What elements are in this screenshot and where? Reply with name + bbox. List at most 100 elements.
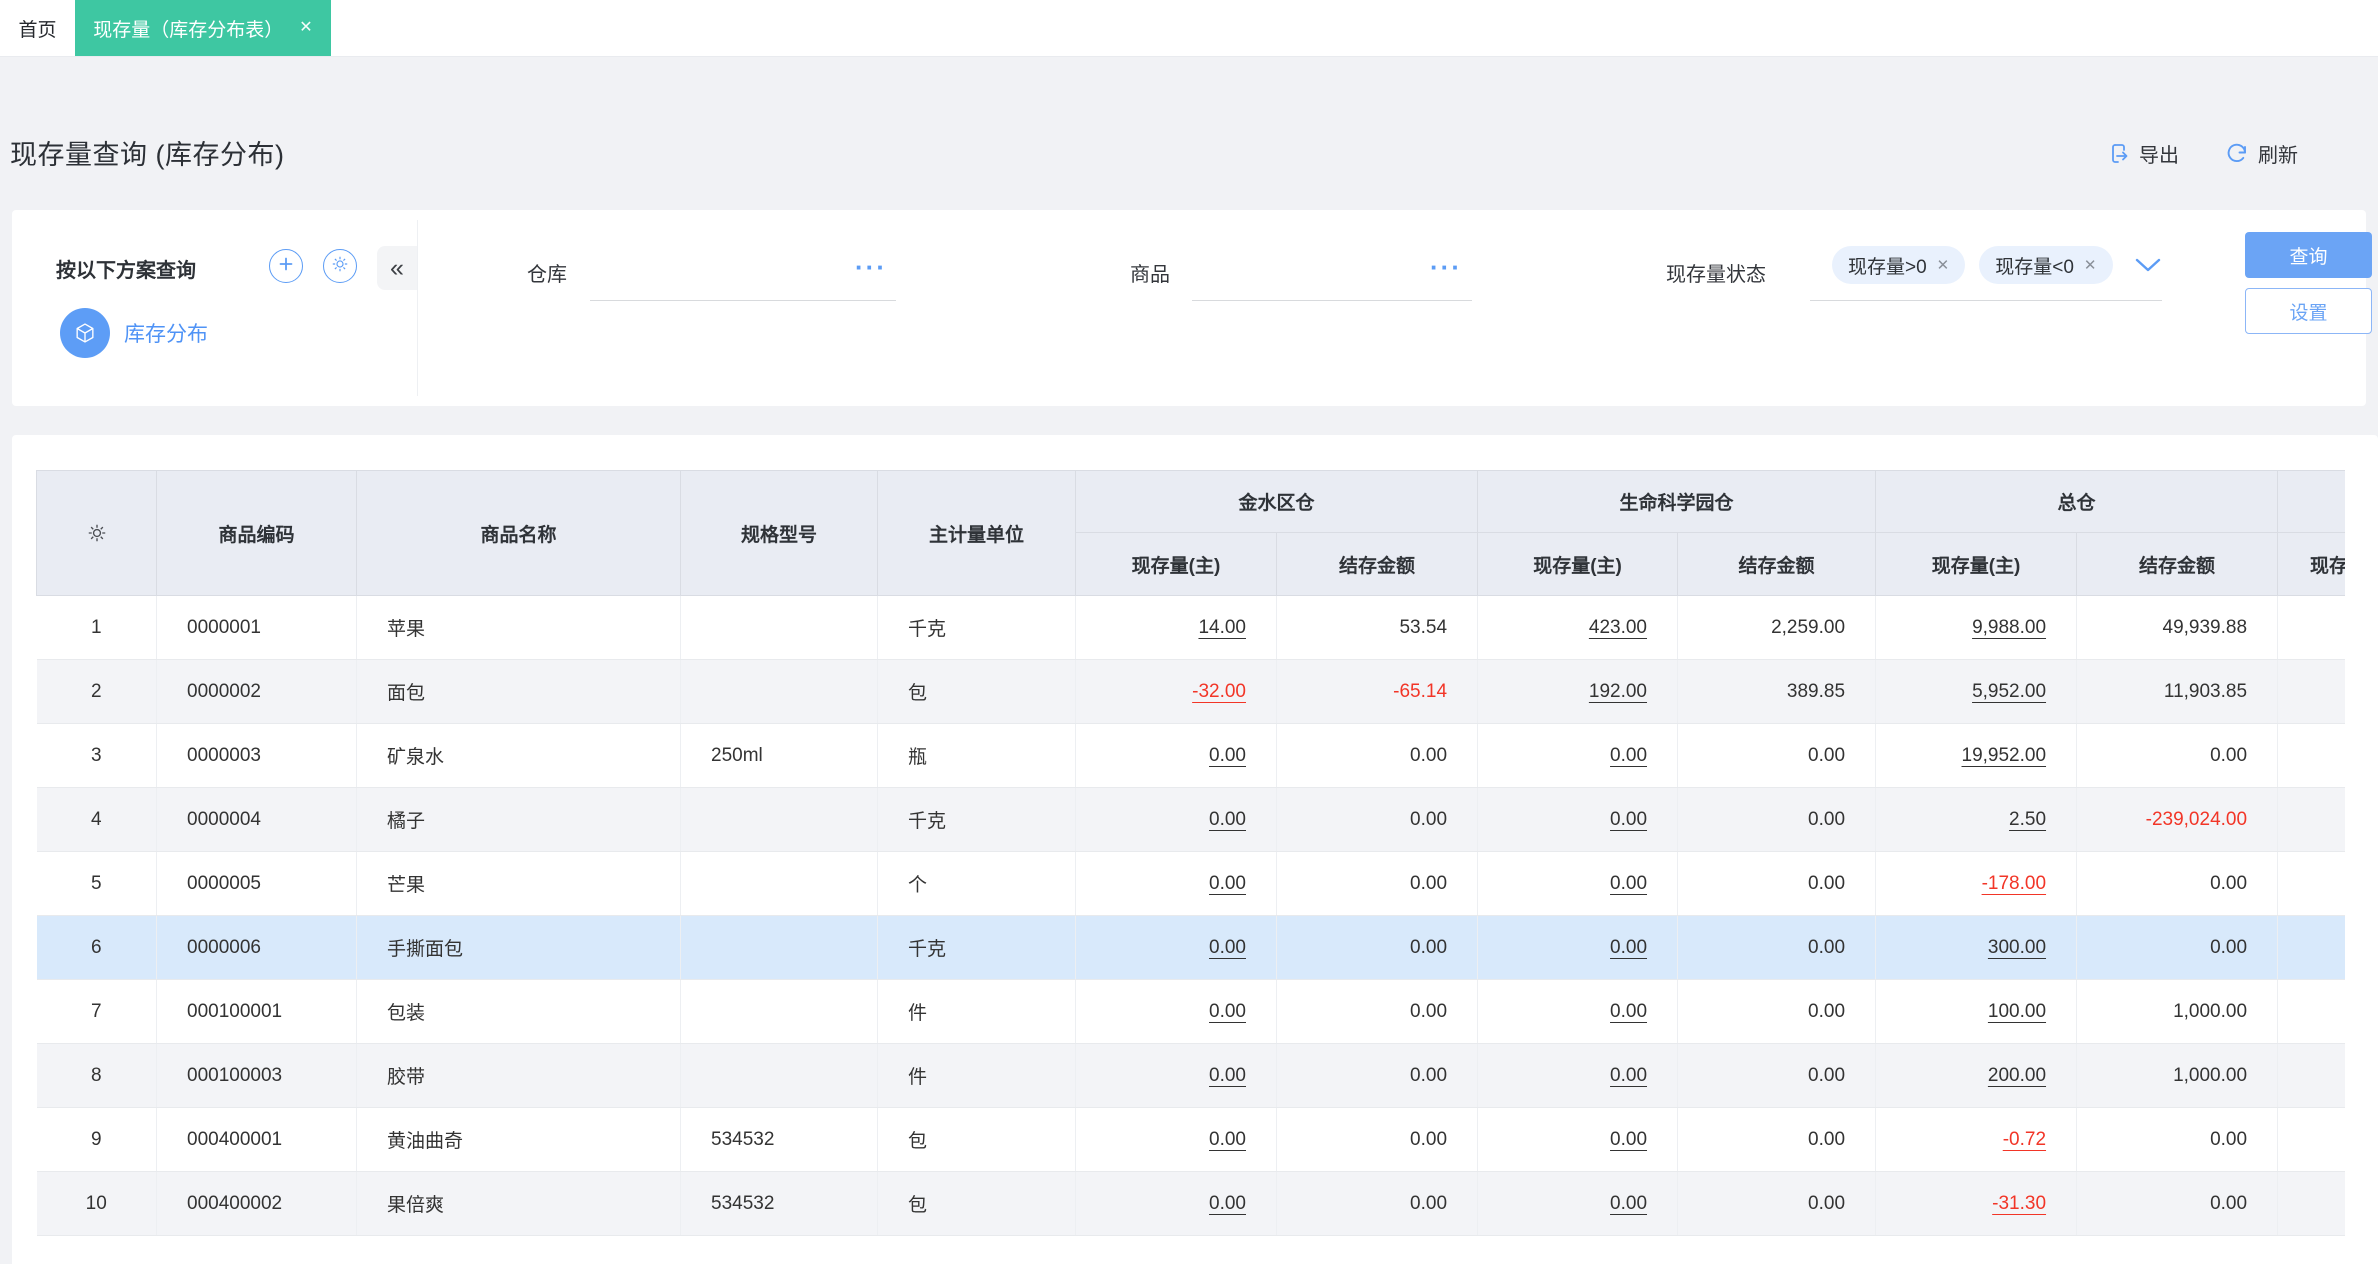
table-cell (680, 851, 878, 916)
table-cell: 2 (36, 659, 157, 724)
table-cell: 0.00 (1075, 1107, 1277, 1172)
settings-button[interactable]: 设置 (2245, 288, 2372, 334)
warehouse-picker-icon[interactable]: ··· (855, 252, 887, 283)
table-cell: 9 (36, 1107, 157, 1172)
table-row[interactable]: 1 0000001 苹果 千克 14.00 53.54 423.00 2,259.00 9,98… (36, 595, 2345, 660)
header-spec-model[interactable]: 规格型号 (680, 470, 878, 596)
table-cell: 000400001 (156, 1107, 357, 1172)
tab-inventory-distribution[interactable]: 现存量（库存分布表） ✕ (75, 0, 331, 56)
scheme-settings-button[interactable] (323, 249, 357, 283)
qty-drilldown-link[interactable]: 0.00 (1209, 1001, 1246, 1022)
qty-drilldown-link[interactable]: 0.00 (1209, 809, 1246, 830)
table-cell: 0000002 (156, 659, 357, 724)
header-product-name[interactable]: 商品名称 (356, 470, 681, 596)
qty-drilldown-link[interactable]: 192.00 (1589, 681, 1647, 702)
refresh-button[interactable]: 刷新 (2225, 139, 2298, 168)
table-row[interactable]: 8 000100003 胶带 件 0.00 0.00 0.00 0.00 200.00 1,000… (36, 1043, 2345, 1108)
table-cell (680, 787, 878, 852)
tab-close-icon[interactable]: ✕ (299, 20, 312, 36)
header-main-unit[interactable]: 主计量单位 (877, 470, 1076, 596)
qty-drilldown-link[interactable]: 100.00 (1988, 1001, 2046, 1022)
qty-drilldown-link[interactable]: 0.00 (1610, 745, 1647, 766)
table-cell (2277, 1171, 2345, 1236)
table-cell: 3 (36, 723, 157, 788)
query-button[interactable]: 查询 (2245, 232, 2372, 278)
subheader-qty[interactable]: 现存量(主) (1075, 532, 1277, 596)
table-cell: 1 (36, 595, 157, 660)
warehouse-input[interactable] (590, 300, 896, 301)
qty-drilldown-link[interactable]: 0.00 (1610, 1001, 1647, 1022)
refresh-label: 刷新 (2258, 145, 2298, 167)
table-cell: 534532 (680, 1171, 878, 1236)
group-header-partial (2277, 470, 2345, 533)
collapse-icon: « (390, 253, 404, 282)
table-row[interactable]: 5 0000005 芒果 个 0.00 0.00 0.00 0.00 -178.00 0.00 (36, 851, 2345, 916)
product-input[interactable] (1192, 300, 1472, 301)
qty-drilldown-link[interactable]: 5,952.00 (1972, 681, 2046, 702)
product-picker-icon[interactable]: ··· (1430, 252, 1462, 283)
collapse-panel-button[interactable]: « (377, 246, 417, 290)
subheader-qty[interactable]: 现存量(主) (1875, 532, 2078, 596)
qty-drilldown-link[interactable]: -32.00 (1192, 681, 1246, 702)
qty-drilldown-link[interactable]: 0.00 (1209, 1129, 1246, 1150)
qty-drilldown-link[interactable]: 19,952.00 (1962, 745, 2047, 766)
qty-drilldown-link[interactable]: 2.50 (2009, 809, 2046, 830)
subheader-amount[interactable]: 结存金额 (1275, 532, 1479, 596)
table-row[interactable]: 7 000100001 包装 件 0.00 0.00 0.00 0.00 100.00 1,000… (36, 979, 2345, 1044)
tag-remove-icon[interactable]: ✕ (2084, 256, 2097, 274)
qty-drilldown-link[interactable]: -0.72 (2003, 1129, 2046, 1150)
table-row[interactable]: 2 0000002 面包 包 -32.00 -65.14 192.00 389.85 5,952… (36, 659, 2345, 724)
qty-drilldown-link[interactable]: 0.00 (1209, 1065, 1246, 1086)
qty-drilldown-link[interactable]: 0.00 (1610, 937, 1647, 958)
table-row[interactable]: 4 0000004 橘子 千克 0.00 0.00 0.00 0.00 2.50 -239,024… (36, 787, 2345, 852)
table-cell: 6 (36, 915, 157, 980)
column-settings-button[interactable] (36, 470, 157, 596)
table-cell (2277, 1107, 2345, 1172)
qty-drilldown-link[interactable]: 0.00 (1209, 873, 1246, 894)
export-button[interactable]: 导出 (2106, 139, 2179, 168)
stock-status-input[interactable] (1810, 300, 2162, 301)
scheme-item-inventory-distribution[interactable]: 库存分布 (60, 308, 208, 358)
plus-icon (276, 254, 296, 279)
table-cell: 000100003 (156, 1043, 357, 1108)
table-cell: 389.85 (1677, 659, 1877, 724)
stock-status-label: 现存量状态 (1666, 264, 1766, 286)
status-tag-positive[interactable]: 现存量>0 ✕ (1832, 246, 1966, 284)
table-cell: 0.00 (1276, 979, 1479, 1044)
cube-icon (60, 308, 110, 358)
qty-drilldown-link[interactable]: 0.00 (1209, 1193, 1246, 1214)
group-header-main-warehouse: 总仓 (1875, 470, 2279, 533)
add-scheme-button[interactable] (269, 249, 303, 283)
table-row[interactable]: 10 000400002 果倍爽 534532 包 0.00 0.00 0.00 0.00 -31… (36, 1171, 2345, 1236)
header-product-code[interactable]: 商品编码 (156, 470, 357, 596)
table-row[interactable]: 3 0000003 矿泉水 250ml 瓶 0.00 0.00 0.00 0.00 19,952.… (36, 723, 2345, 788)
chevron-down-icon[interactable] (2135, 258, 2161, 272)
table-cell: 手撕面包 (356, 915, 681, 980)
qty-drilldown-link[interactable]: 0.00 (1610, 1129, 1647, 1150)
table-row[interactable]: 6 0000006 手撕面包 千克 0.00 0.00 0.00 0.00 300.00 0.00 (36, 915, 2345, 980)
table-cell: 0.00 (1677, 1043, 1877, 1108)
qty-drilldown-link[interactable]: 300.00 (1988, 937, 2046, 958)
qty-drilldown-link[interactable]: 423.00 (1589, 617, 1647, 638)
table-cell: 0.00 (1075, 1043, 1277, 1108)
qty-drilldown-link[interactable]: 0.00 (1610, 1193, 1647, 1214)
subheader-amount[interactable]: 结存金额 (1677, 532, 1877, 596)
qty-drilldown-link[interactable]: 0.00 (1209, 745, 1246, 766)
qty-drilldown-link[interactable]: 0.00 (1209, 937, 1246, 958)
qty-drilldown-link[interactable]: -31.30 (1992, 1193, 2046, 1214)
qty-drilldown-link[interactable]: -178.00 (1982, 873, 2046, 894)
qty-drilldown-link[interactable]: 9,988.00 (1972, 617, 2046, 638)
tab-home[interactable]: 首页 (0, 0, 75, 56)
qty-drilldown-link[interactable]: 0.00 (1610, 1065, 1647, 1086)
tag-remove-icon[interactable]: ✕ (1937, 256, 1950, 274)
qty-drilldown-link[interactable]: 0.00 (1610, 809, 1647, 830)
subheader-amount[interactable]: 结存金额 (2076, 532, 2279, 596)
panel-divider (417, 220, 418, 396)
table-row[interactable]: 9 000400001 黄油曲奇 534532 包 0.00 0.00 0.00 0.00 -0.… (36, 1107, 2345, 1172)
status-tag-negative[interactable]: 现存量<0 ✕ (1979, 246, 2113, 284)
table-cell: 个 (877, 851, 1076, 916)
qty-drilldown-link[interactable]: 0.00 (1610, 873, 1647, 894)
qty-drilldown-link[interactable]: 200.00 (1988, 1065, 2046, 1086)
subheader-qty[interactable]: 现存量(主) (1477, 532, 1679, 596)
qty-drilldown-link[interactable]: 14.00 (1198, 617, 1246, 638)
